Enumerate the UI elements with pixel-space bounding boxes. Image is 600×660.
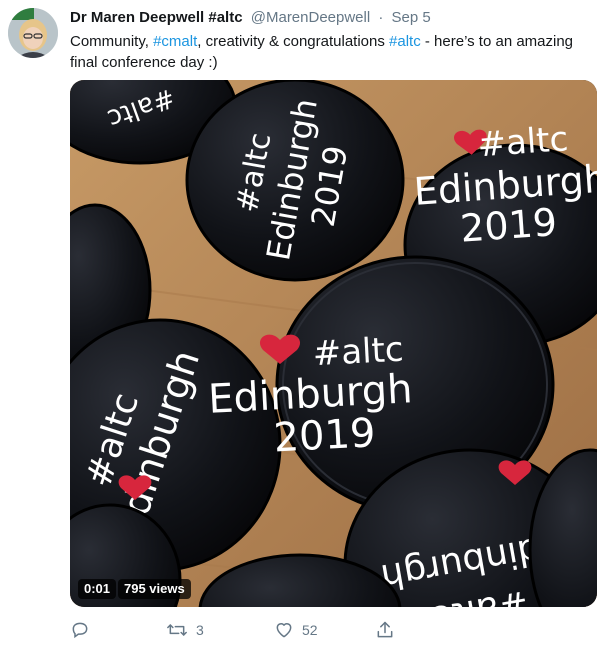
video-player[interactable]: #altc #altc Edinburgh 2019 #altc Edinbur… xyxy=(70,80,597,607)
tweet-text-part: , creativity & congratulations xyxy=(197,33,390,50)
tweet-card[interactable]: Dr Maren Deepwell #altc @MarenDeepwell ·… xyxy=(0,0,600,660)
action-bar: 3 52 xyxy=(70,620,410,644)
tweet-text-part: Community, xyxy=(70,33,154,50)
video-views-badge: 795 views xyxy=(118,579,191,599)
tweet-date[interactable]: Sep 5 xyxy=(392,9,431,26)
like-button[interactable]: 52 xyxy=(274,620,318,640)
reply-button[interactable] xyxy=(70,620,90,640)
share-icon xyxy=(375,620,395,640)
tweet-header: Dr Maren Deepwell #altc @MarenDeepwell ·… xyxy=(70,9,431,26)
author-handle[interactable]: @MarenDeepwell xyxy=(251,9,370,26)
hashtag-link-cmalt[interactable]: #cmalt xyxy=(153,33,197,50)
retweet-count: 3 xyxy=(196,622,204,638)
video-frame: #altc #altc Edinburgh 2019 #altc Edinbur… xyxy=(70,80,597,607)
avatar-image xyxy=(8,8,58,58)
like-count: 52 xyxy=(302,622,318,638)
avatar[interactable] xyxy=(8,8,58,58)
heart-icon xyxy=(274,620,294,640)
share-button[interactable] xyxy=(375,620,395,640)
hashtag-link-altc[interactable]: #altc xyxy=(389,33,421,50)
pin-text: 2019 xyxy=(273,410,377,461)
reply-icon xyxy=(70,620,90,640)
retweet-button[interactable]: 3 xyxy=(166,620,204,640)
pin-badge: #altc Edinburgh 2019 xyxy=(185,80,405,282)
tweet-text: Community, #cmalt, creativity & congratu… xyxy=(70,31,590,73)
video-time-badge: 0:01 xyxy=(78,579,117,599)
author-name[interactable]: Dr Maren Deepwell #altc xyxy=(70,9,243,26)
header-separator: · xyxy=(378,9,384,26)
pin-text: #altc xyxy=(476,119,569,165)
retweet-icon xyxy=(166,620,188,640)
pin-text: 2019 xyxy=(459,200,559,251)
